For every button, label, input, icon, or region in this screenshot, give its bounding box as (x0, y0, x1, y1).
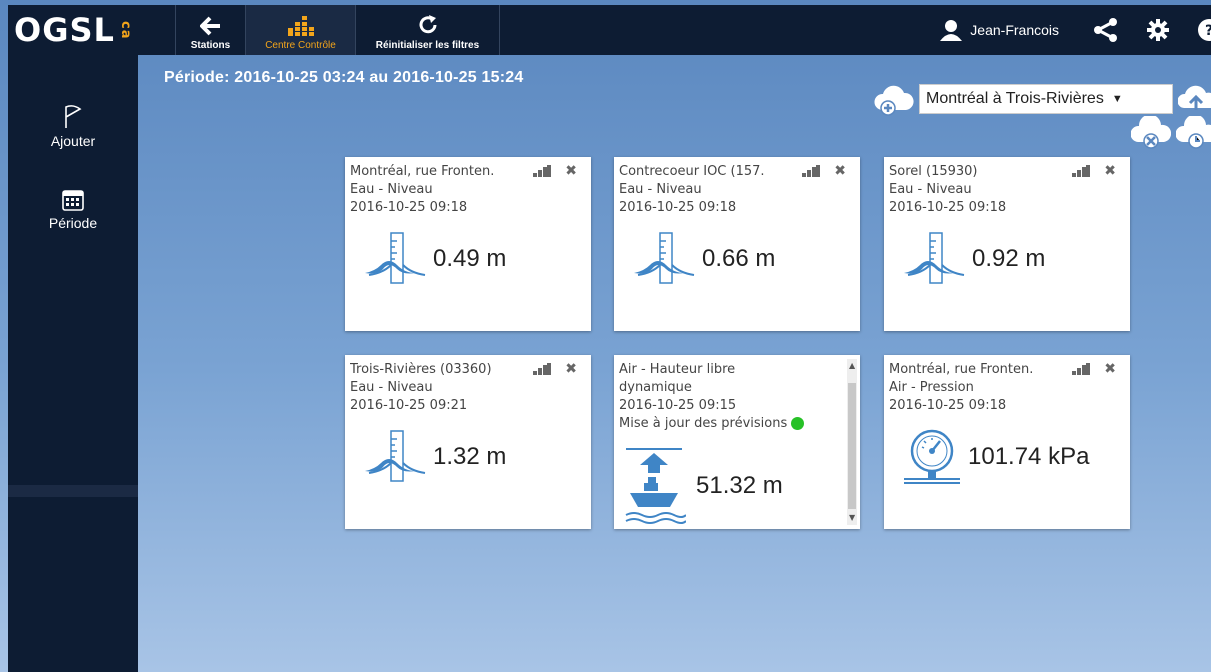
card-value: 0.49 m (433, 245, 507, 272)
card-value: 101.74 kPa (968, 443, 1090, 470)
station-card[interactable]: Air - Hauteur libre dynamique 2016-10-25… (614, 355, 860, 529)
settings-button[interactable] (1133, 5, 1183, 55)
user-menu[interactable]: Jean-Francois (940, 5, 1079, 55)
refresh-icon (419, 15, 436, 34)
forecast-status-text: Mise à jour des prévisions (619, 416, 788, 431)
card-type: dynamique (619, 380, 692, 395)
card-type: Eau - Niveau (350, 182, 433, 197)
station-card[interactable]: Montréal, rue Fronten. Air - Pression 20… (884, 355, 1130, 529)
card-value: 0.92 m (972, 245, 1046, 272)
cloud-upload-icon[interactable] (1178, 82, 1211, 114)
sidebar-item-ajouter[interactable]: Ajouter (8, 105, 138, 149)
card-value: 1.32 m (433, 443, 507, 470)
user-name: Jean-Francois (970, 22, 1059, 38)
station-card[interactable]: Trois-Rivières (03360) Eau - Niveau 2016… (345, 355, 591, 529)
route-select-value: Montréal à Trois-Rivières (926, 90, 1104, 107)
pressure-gauge-icon (904, 429, 960, 484)
equalizer-icon (287, 16, 314, 36)
help-button[interactable]: ? (1183, 5, 1211, 55)
card-type: Eau - Niveau (350, 380, 433, 395)
card-type: Eau - Niveau (619, 182, 702, 197)
card-value: 51.32 m (696, 472, 783, 499)
card-date: 2016-10-25 09:21 (350, 398, 468, 413)
card-date: 2016-10-25 09:18 (889, 200, 1007, 215)
close-icon[interactable]: ✖ (834, 162, 846, 180)
help-icon: ? (1198, 19, 1211, 41)
signal-bars-icon (533, 165, 551, 177)
card-date: 2016-10-25 09:18 (350, 200, 468, 215)
share-button[interactable] (1079, 5, 1133, 55)
ship-clearance-icon (625, 448, 686, 524)
logo-suffix: ca (117, 20, 133, 40)
period-title: Période: 2016-10-25 03:24 au 2016-10-25 … (164, 69, 524, 86)
water-level-icon (365, 430, 426, 482)
signal-bars-icon (1072, 165, 1090, 177)
card-type: Air - Pression (889, 380, 974, 395)
cloud-history-icon[interactable] (1176, 116, 1211, 150)
signal-bars-icon (802, 165, 820, 177)
sidebar-item-label: Ajouter (50, 133, 96, 149)
calendar-icon (62, 190, 84, 211)
card-date: 2016-10-25 09:18 (619, 200, 737, 215)
centre-controle-label: Centre Contrôle (265, 40, 336, 51)
sidebar-item-label: Période (48, 215, 98, 231)
cloud-delete-icon[interactable] (1131, 116, 1171, 150)
station-card[interactable]: Montréal, rue Fronten. Eau - Niveau 2016… (345, 157, 591, 331)
signal-bars-icon (1072, 363, 1090, 375)
centre-controle-button[interactable]: Centre Contrôle (246, 5, 356, 55)
logo-text: OGSL (14, 11, 115, 49)
status-dot (791, 417, 805, 430)
chevron-down-icon: ▼ (1111, 93, 1123, 105)
user-icon (940, 20, 963, 41)
top-bar: OGSL ca Stations Centre Contrôle Réiniti… (8, 5, 1211, 55)
card-value: 0.66 m (702, 245, 776, 272)
flag-icon (65, 105, 82, 128)
card-date: 2016-10-25 09:15 (619, 398, 737, 413)
close-icon[interactable]: ✖ (1104, 162, 1116, 180)
sidebar-item-periode[interactable]: Période (8, 187, 138, 231)
forecast-status: Mise à jour des prévisions (619, 415, 855, 433)
signal-bars-icon (533, 363, 551, 375)
route-select[interactable]: Montréal à Trois-Rivières ▼ (919, 84, 1173, 114)
cloud-add-icon[interactable] (874, 84, 914, 116)
water-level-icon (634, 232, 695, 284)
card-type: Air - Hauteur libre (619, 362, 736, 377)
close-icon[interactable]: ✖ (565, 360, 577, 378)
close-icon[interactable]: ✖ (565, 162, 577, 180)
water-level-icon (904, 232, 965, 284)
sidebar: Ajouter Période (8, 55, 138, 672)
close-icon[interactable]: ✖ (1104, 360, 1116, 378)
reset-filters-label: Réinitialiser les filtres (375, 40, 480, 51)
station-card[interactable]: Contrecoeur IOC (157. Eau - Niveau 2016-… (614, 157, 860, 331)
gear-icon (1147, 19, 1169, 41)
stations-label: Stations (190, 40, 231, 51)
arrow-left-icon (199, 16, 220, 36)
station-card[interactable]: Sorel (15930) Eau - Niveau 2016-10-25 09… (884, 157, 1130, 331)
stations-button[interactable]: Stations (176, 5, 246, 55)
svg-text:?: ? (1205, 23, 1211, 39)
card-date: 2016-10-25 09:18 (889, 398, 1007, 413)
share-icon (1094, 18, 1117, 42)
reset-filters-button[interactable]: Réinitialiser les filtres (356, 5, 500, 55)
card-type: Eau - Niveau (889, 182, 972, 197)
scroll-up-icon[interactable]: ▲ (849, 357, 855, 375)
logo[interactable]: OGSL ca (8, 5, 176, 55)
sidebar-divider (8, 485, 138, 497)
water-level-icon (365, 232, 426, 284)
